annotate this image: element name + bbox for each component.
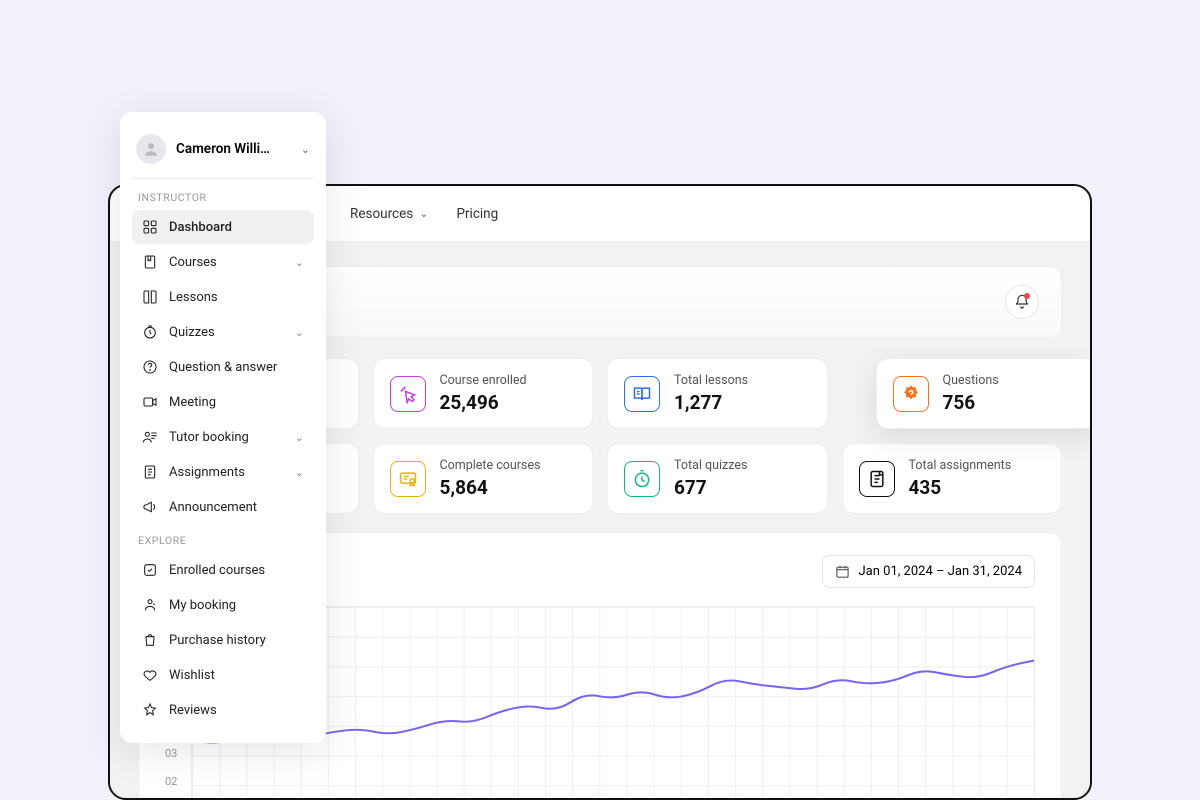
stat-card-total-lessons: Total lessons 1,277 — [607, 358, 828, 429]
sidebar-item-reviews[interactable]: Reviews — [132, 693, 314, 727]
stat-label: Questions — [943, 373, 999, 388]
stat-card-total-quizzes: Total quizzes 677 — [607, 443, 828, 514]
cert-icon — [390, 461, 426, 497]
video-icon — [142, 394, 158, 410]
sidebar-item-label: Enrolled courses — [169, 563, 304, 578]
chevron-down-icon: ⌄ — [295, 431, 304, 444]
sidebar-item-label: Purchase history — [169, 633, 304, 648]
sidebar-item-label: Wishlist — [169, 668, 304, 683]
sidebar-item-question-answer[interactable]: Question & answer — [132, 350, 314, 384]
chevron-down-icon: ⌄ — [301, 143, 310, 156]
person-icon — [142, 140, 160, 158]
sidebar-item-quizzes[interactable]: Quizzes ⌄ — [132, 315, 314, 349]
stat-card-total-assignments: Total assignments 435 — [842, 443, 1063, 514]
sidebar-section-explore: EXPLORE — [138, 534, 308, 547]
qmark-icon — [893, 376, 929, 412]
sidebar-item-my-booking[interactable]: My booking — [132, 588, 314, 622]
announce-icon — [142, 499, 158, 515]
date-range-picker[interactable]: Jan 01, 2024 – Jan 31, 2024 — [822, 555, 1035, 588]
bookopen-icon — [624, 376, 660, 412]
sidebar-section-instructor: INSTRUCTOR — [138, 191, 308, 204]
sidebar-item-courses[interactable]: Courses ⌄ — [132, 245, 314, 279]
sidebar-item-label: Tutor booking — [169, 430, 284, 445]
star-icon — [142, 702, 158, 718]
stat-value: 25,496 — [440, 391, 527, 414]
sidebar-item-enrolled-courses[interactable]: Enrolled courses — [132, 553, 314, 587]
date-range-label: Jan 01, 2024 – Jan 31, 2024 — [858, 564, 1022, 579]
avatar — [136, 134, 166, 164]
sidebar-item-label: Courses — [169, 255, 284, 270]
doc-icon — [859, 461, 895, 497]
course-icon — [142, 254, 158, 270]
sidebar-item-meeting[interactable]: Meeting — [132, 385, 314, 419]
tutor-icon — [142, 429, 158, 445]
nav-pricing[interactable]: Pricing — [456, 206, 498, 222]
sidebar-item-label: My booking — [169, 598, 304, 613]
heart-icon — [142, 667, 158, 683]
mybook-icon — [142, 597, 158, 613]
clock-icon — [142, 324, 158, 340]
stat-value: 1,277 — [674, 391, 748, 414]
calendar-icon — [835, 564, 850, 579]
sidebar-item-label: Question & answer — [169, 360, 304, 375]
stat-label: Total quizzes — [674, 458, 747, 473]
sidebar-item-label: Assignments — [169, 465, 284, 480]
enrolled-icon — [142, 562, 158, 578]
click-icon — [390, 376, 426, 412]
stat-card-complete-courses: Complete courses 5,864 — [373, 443, 594, 514]
sidebar-item-purchase-history[interactable]: Purchase history — [132, 623, 314, 657]
sidebar-item-lessons[interactable]: Lessons — [132, 280, 314, 314]
sidebar-item-label: Announcement — [169, 500, 304, 515]
notifications-button[interactable] — [1005, 285, 1039, 319]
sidebar-item-dashboard[interactable]: Dashboard — [132, 210, 314, 244]
bag-icon — [142, 632, 158, 648]
stat-value: 677 — [674, 476, 747, 499]
chevron-down-icon: ⌄ — [295, 326, 304, 339]
sidebar-item-label: Quizzes — [169, 325, 284, 340]
stat-label: Course enrolled — [440, 373, 527, 388]
sidebar-item-tutor-booking[interactable]: Tutor booking ⌄ — [132, 420, 314, 454]
stat-card-course-enrolled: Course enrolled 25,496 — [373, 358, 594, 429]
sidebar-item-label: Meeting — [169, 395, 304, 410]
assign-icon — [142, 464, 158, 480]
nav-resources[interactable]: Resources⌄ — [350, 206, 428, 222]
stat-label: Total assignments — [909, 458, 1012, 473]
sidebar-item-label: Dashboard — [169, 220, 304, 235]
chevron-down-icon: ⌄ — [295, 256, 304, 269]
chevron-down-icon: ⌄ — [295, 466, 304, 479]
profile-name: Cameron Willi… — [176, 141, 291, 157]
stat-value: 756 — [943, 391, 999, 414]
timer-icon — [624, 461, 660, 497]
sidebar: Cameron Willi… ⌄ INSTRUCTOR Dashboard Cou… — [120, 112, 326, 743]
stat-card-questions: Questions 756 — [876, 358, 1091, 429]
bell-icon — [1014, 294, 1030, 310]
stat-label: Complete courses — [440, 458, 541, 473]
sidebar-item-assignments[interactable]: Assignments ⌄ — [132, 455, 314, 489]
grid-icon — [142, 219, 158, 235]
question-icon — [142, 359, 158, 375]
stat-label: Total lessons — [674, 373, 748, 388]
stat-value: 435 — [909, 476, 1012, 499]
sidebar-item-announcement[interactable]: Announcement — [132, 490, 314, 524]
sidebar-item-label: Lessons — [169, 290, 304, 305]
book-icon — [142, 289, 158, 305]
stat-value: 5,864 — [440, 476, 541, 499]
chevron-down-icon: ⌄ — [419, 207, 428, 220]
sidebar-item-label: Reviews — [169, 703, 304, 718]
sidebar-item-wishlist[interactable]: Wishlist — [132, 658, 314, 692]
profile-menu[interactable]: Cameron Willi… ⌄ — [132, 128, 314, 179]
